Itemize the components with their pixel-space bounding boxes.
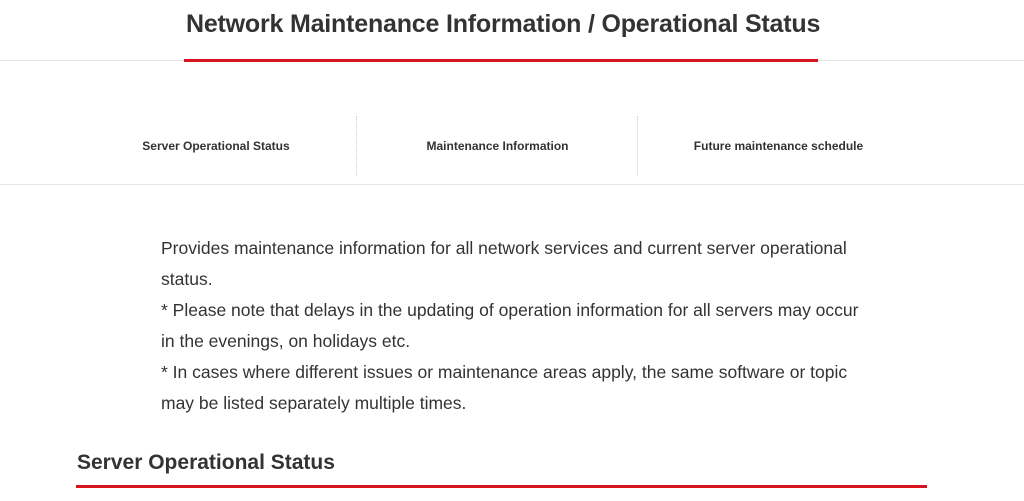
intro-paragraph-delay-note: * Please note that delays in the updatin… [161,300,859,351]
tab-server-operational-status[interactable]: Server Operational Status [76,116,356,176]
title-underline [184,59,818,62]
nav-tabs: Server Operational Status Maintenance In… [0,112,1024,185]
intro-paragraph-duplicate-note: * In cases where different issues or mai… [161,362,848,413]
section-underline [76,485,927,488]
section-title: Server Operational Status [77,451,335,474]
page-header: Network Maintenance Information / Operat… [0,0,1024,61]
intro-text: Provides maintenance information for all… [161,233,861,419]
intro-paragraph-description: Provides maintenance information for all… [161,238,847,289]
page-title: Network Maintenance Information / Operat… [186,10,821,38]
tab-future-maintenance-schedule[interactable]: Future maintenance schedule [637,116,919,176]
tab-maintenance-information[interactable]: Maintenance Information [356,116,638,176]
